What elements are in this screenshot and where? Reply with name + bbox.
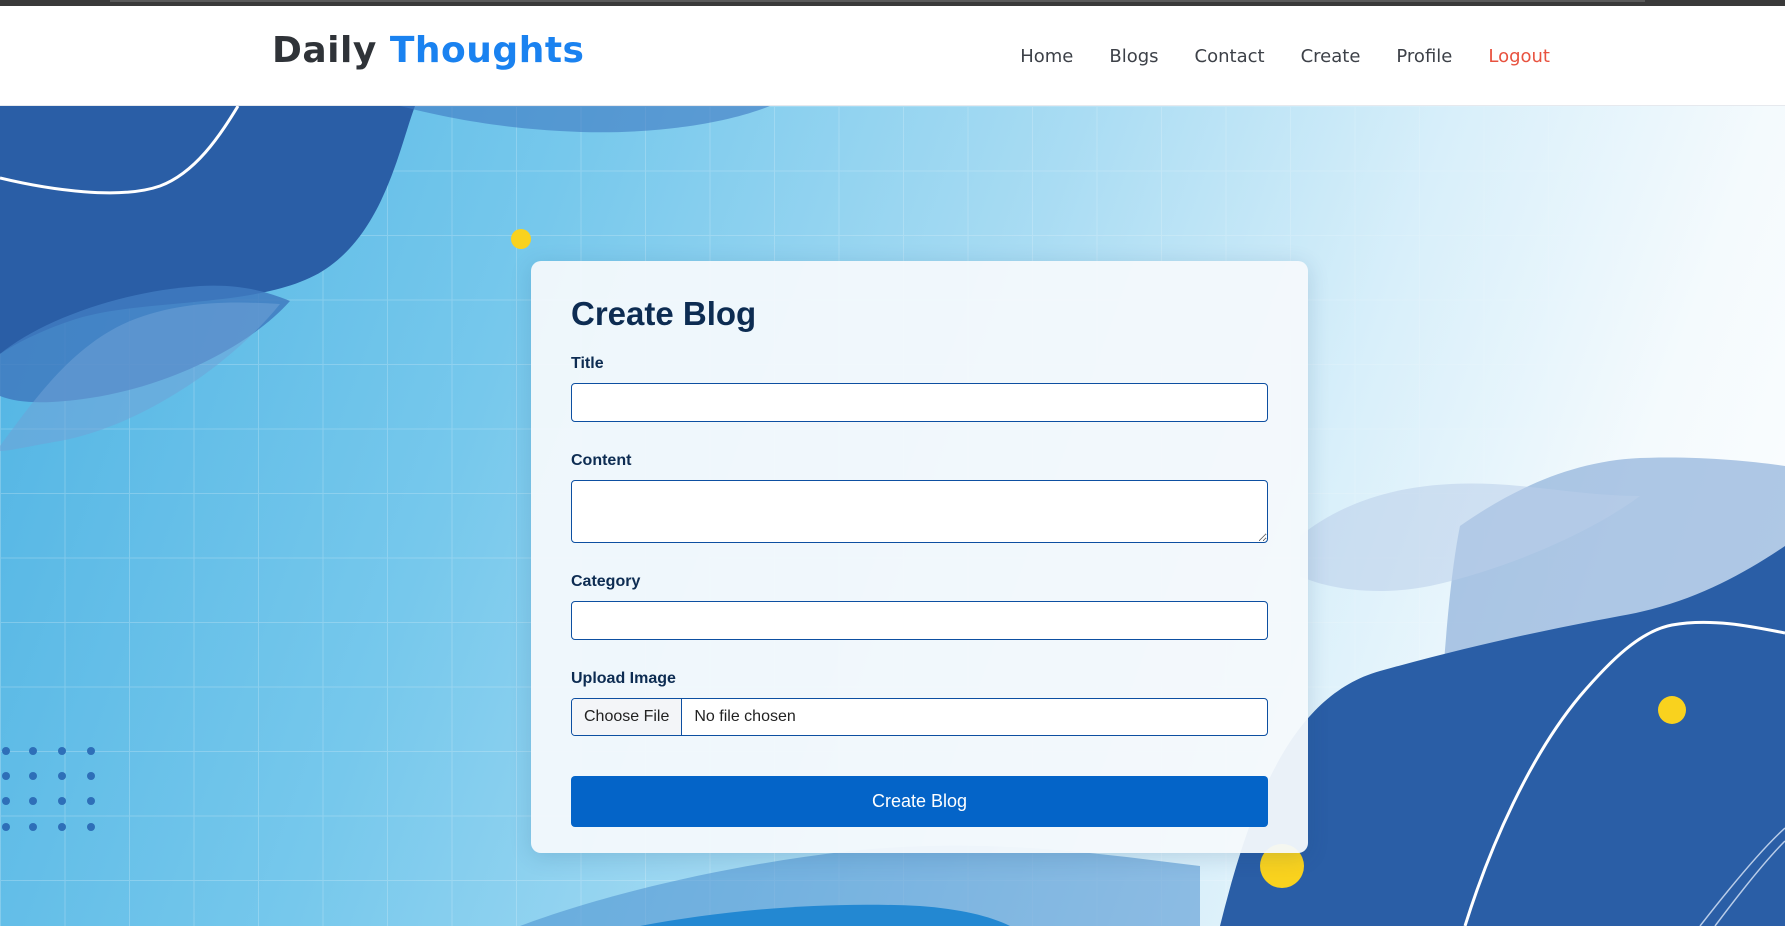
nav-home[interactable]: Home (1020, 46, 1073, 67)
file-upload-field[interactable]: Choose File No file chosen (571, 698, 1268, 736)
hero-section: Create Blog Title Content Category Uploa… (0, 106, 1785, 926)
file-status-text: No file chosen (694, 708, 796, 725)
nav-blogs[interactable]: Blogs (1109, 46, 1158, 67)
nav-links: Home Blogs Contact Create Profile Logout (1020, 46, 1550, 67)
nav-logout[interactable]: Logout (1488, 46, 1550, 67)
content-label: Content (571, 452, 632, 469)
nav-profile[interactable]: Profile (1396, 46, 1452, 67)
category-input[interactable] (571, 601, 1268, 640)
content-textarea[interactable] (571, 480, 1268, 543)
create-blog-button[interactable]: Create Blog (571, 776, 1268, 827)
yellow-dot-top (511, 229, 531, 249)
title-label: Title (571, 355, 604, 372)
brand-name-part1: Daily (272, 30, 377, 71)
yellow-dot-right (1658, 696, 1686, 724)
choose-file-button[interactable]: Choose File (572, 699, 683, 735)
brand-name-part2: Thoughts (389, 30, 585, 71)
upload-image-label: Upload Image (571, 670, 676, 687)
category-label: Category (571, 573, 641, 590)
nav-create[interactable]: Create (1301, 46, 1361, 67)
navbar: Daily Thoughts Home Blogs Contact Create… (0, 6, 1785, 106)
brand-logo[interactable]: Daily Thoughts (272, 30, 584, 71)
nav-contact[interactable]: Contact (1195, 46, 1265, 67)
title-input[interactable] (571, 383, 1268, 422)
create-blog-card: Create Blog Title Content Category Uploa… (531, 261, 1308, 853)
card-title: Create Blog (571, 295, 757, 332)
